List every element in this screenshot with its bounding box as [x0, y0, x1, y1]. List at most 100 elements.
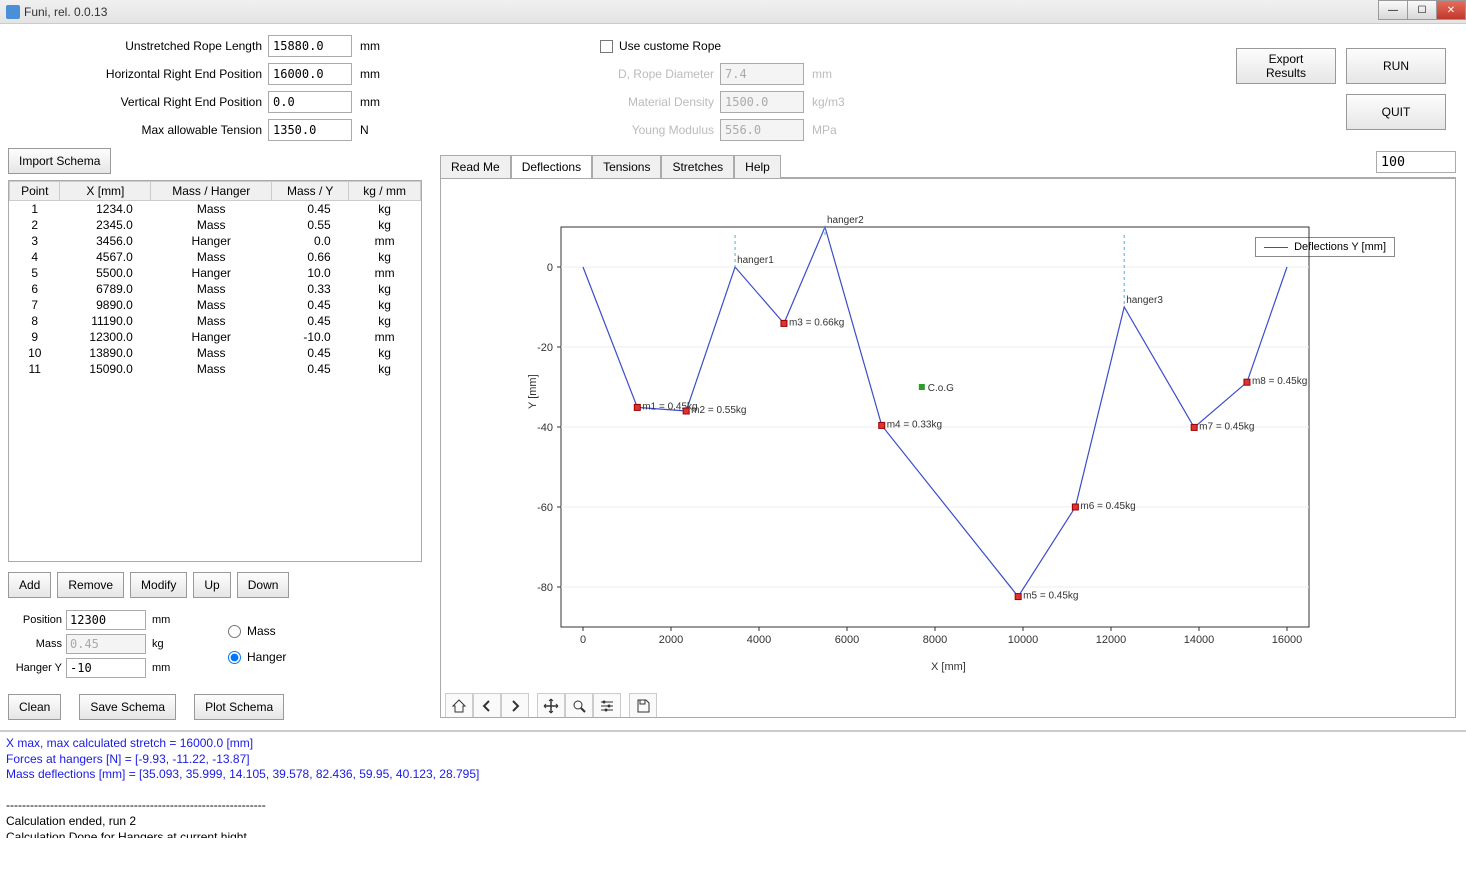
svg-text:-40: -40 [537, 422, 553, 434]
svg-text:m8 = 0.45kg: m8 = 0.45kg [1252, 376, 1307, 387]
hrep-input[interactable] [268, 63, 352, 85]
table-row[interactable]: 22345.0Mass0.55kg [10, 217, 421, 233]
custom-rope-checkbox[interactable]: Use custome Rope [600, 39, 721, 53]
hangery-unit: mm [146, 662, 170, 674]
maximize-button[interactable]: ☐ [1407, 0, 1437, 20]
th-mh[interactable]: Mass / Hanger [151, 182, 272, 201]
svg-text:0: 0 [580, 634, 586, 646]
svg-text:m4 = 0.33kg: m4 = 0.33kg [887, 419, 942, 430]
radio-hanger[interactable]: Hanger [228, 650, 286, 664]
svg-text:8000: 8000 [923, 634, 947, 646]
modify-button[interactable]: Modify [130, 572, 187, 598]
hangery-input[interactable] [66, 658, 146, 678]
export-results-button[interactable]: Export Results [1236, 48, 1336, 84]
zoom-input[interactable] [1376, 151, 1456, 173]
vrep-unit: mm [352, 95, 402, 109]
home-icon[interactable] [445, 693, 473, 717]
svg-text:m5 = 0.45kg: m5 = 0.45kg [1023, 591, 1078, 602]
deflections-chart: 0-20-40-60-80020004000600080001000012000… [561, 227, 1309, 627]
table-row[interactable]: 1013890.0Mass0.45kg [10, 345, 421, 361]
back-icon[interactable] [473, 693, 501, 717]
svg-text:6000: 6000 [835, 634, 859, 646]
svg-text:hanger1: hanger1 [737, 255, 774, 266]
window-title: Funi, rel. 0.0.13 [24, 5, 107, 19]
position-label: Position [8, 614, 66, 626]
quit-button[interactable]: QUIT [1346, 94, 1446, 130]
svg-text:m3 = 0.66kg: m3 = 0.66kg [789, 317, 844, 328]
log-output[interactable]: X max, max calculated stretch = 16000.0 … [0, 730, 1466, 838]
svg-text:2000: 2000 [659, 634, 683, 646]
position-input[interactable] [66, 610, 146, 630]
th-point[interactable]: Point [10, 182, 60, 201]
svg-text:16000: 16000 [1272, 634, 1303, 646]
table-row[interactable]: 11234.0Mass0.45kg [10, 201, 421, 218]
plot-schema-button[interactable]: Plot Schema [194, 694, 284, 720]
maxtension-input[interactable] [268, 119, 352, 141]
points-table[interactable]: Point X [mm] Mass / Hanger Mass / Y kg /… [8, 180, 422, 562]
table-row[interactable]: 1115090.0Mass0.45kg [10, 361, 421, 377]
table-row[interactable]: 66789.0Mass0.33kg [10, 281, 421, 297]
tab-help[interactable]: Help [734, 155, 781, 178]
unstretched-unit: mm [352, 39, 402, 53]
vrep-input[interactable] [268, 91, 352, 113]
close-button[interactable]: ✕ [1436, 0, 1466, 20]
down-button[interactable]: Down [237, 572, 290, 598]
table-row[interactable]: 912300.0Hanger-10.0mm [10, 329, 421, 345]
svg-text:12000: 12000 [1096, 634, 1127, 646]
table-row[interactable]: 44567.0Mass0.66kg [10, 249, 421, 265]
forward-icon[interactable] [501, 693, 529, 717]
table-row[interactable]: 811190.0Mass0.45kg [10, 313, 421, 329]
tab-stretches[interactable]: Stretches [661, 155, 734, 178]
tab-tensions[interactable]: Tensions [592, 155, 661, 178]
svg-text:14000: 14000 [1184, 634, 1215, 646]
svg-text:C.o.G: C.o.G [928, 383, 954, 394]
save-schema-button[interactable]: Save Schema [79, 694, 176, 720]
app-icon [6, 5, 20, 19]
svg-text:m2 = 0.55kg: m2 = 0.55kg [691, 405, 746, 416]
run-button[interactable]: RUN [1346, 48, 1446, 84]
titlebar: Funi, rel. 0.0.13 — ☐ ✕ [0, 0, 1466, 24]
mass-unit: kg [146, 638, 164, 650]
tab-readme[interactable]: Read Me [440, 155, 511, 178]
density-unit: kg/m3 [804, 95, 854, 109]
svg-text:m6 = 0.45kg: m6 = 0.45kg [1080, 501, 1135, 512]
up-button[interactable]: Up [193, 572, 230, 598]
th-x[interactable]: X [mm] [60, 182, 151, 201]
svg-text:-80: -80 [537, 582, 553, 594]
vrep-label: Vertical Right End Position [8, 95, 268, 109]
maxtension-unit: N [352, 123, 402, 137]
svg-text:-20: -20 [537, 342, 553, 354]
hrep-label: Horizontal Right End Position [8, 67, 268, 81]
diameter-input [720, 63, 804, 85]
unstretched-label: Unstretched Rope Length [8, 39, 268, 53]
svg-text:m7 = 0.45kg: m7 = 0.45kg [1199, 421, 1254, 432]
svg-text:10000: 10000 [1008, 634, 1039, 646]
young-input [720, 119, 804, 141]
save-icon[interactable] [629, 693, 657, 717]
th-kgmm[interactable]: kg / mm [349, 182, 421, 201]
mass-input[interactable] [66, 634, 146, 654]
svg-text:hanger2: hanger2 [827, 215, 864, 226]
y-axis-label: Y [mm] [527, 374, 539, 409]
clean-button[interactable]: Clean [8, 694, 61, 720]
position-unit: mm [146, 614, 170, 626]
young-label: Young Modulus [600, 123, 720, 137]
import-schema-button[interactable]: Import Schema [8, 148, 111, 174]
unstretched-input[interactable] [268, 35, 352, 57]
th-my[interactable]: Mass / Y [272, 182, 349, 201]
configure-icon[interactable] [593, 693, 621, 717]
pan-icon[interactable] [537, 693, 565, 717]
tab-deflections[interactable]: Deflections [511, 155, 592, 178]
diameter-label: D, Rope Diameter [600, 67, 720, 81]
maxtension-label: Max allowable Tension [8, 123, 268, 137]
x-axis-label: X [mm] [931, 661, 966, 673]
remove-button[interactable]: Remove [57, 572, 124, 598]
table-row[interactable]: 55500.0Hanger10.0mm [10, 265, 421, 281]
table-row[interactable]: 79890.0Mass0.45kg [10, 297, 421, 313]
minimize-button[interactable]: — [1378, 0, 1408, 20]
zoom-icon[interactable] [565, 693, 593, 717]
radio-mass[interactable]: Mass [228, 624, 286, 638]
table-row[interactable]: 33456.0Hanger0.0mm [10, 233, 421, 249]
add-button[interactable]: Add [8, 572, 51, 598]
hrep-unit: mm [352, 67, 402, 81]
